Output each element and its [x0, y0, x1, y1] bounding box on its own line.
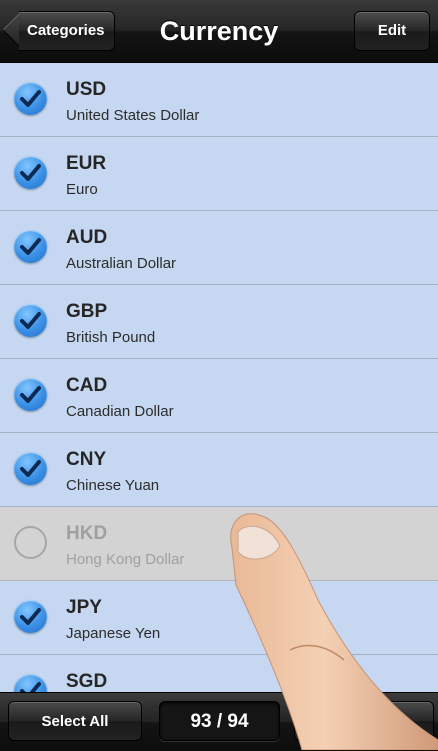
currency-name: Australian Dollar — [66, 255, 177, 272]
currency-code: USD — [66, 79, 107, 100]
checkmark-circle-icon[interactable] — [14, 230, 47, 263]
currency-name: Japanese Yen — [66, 625, 161, 642]
checkmark-circle-icon[interactable] — [14, 304, 47, 337]
currency-name: Canadian Dollar — [66, 403, 174, 420]
currency-name: British Pound — [66, 329, 156, 346]
currency-name: Chinese Yuan — [66, 477, 160, 494]
currency-code: JPY — [66, 597, 102, 618]
currency-row[interactable]: EUR Euro — [0, 137, 438, 211]
currency-row[interactable]: CNY Chinese Yuan — [0, 433, 438, 507]
currency-row[interactable]: SGD — [0, 655, 438, 693]
currency-code: GBP — [66, 301, 108, 322]
currency-row[interactable]: AUD Australian Dollar — [0, 211, 438, 285]
currency-row[interactable]: GBP British Pound — [0, 285, 438, 359]
selection-counter: 93 / 94 — [159, 701, 280, 741]
bottom-toolbar: Select All 93 / 94 Se — [0, 692, 438, 751]
currency-row[interactable]: JPY Japanese Yen — [0, 581, 438, 655]
currency-code: CNY — [66, 449, 107, 470]
edit-button[interactable]: Edit — [354, 11, 430, 51]
categories-back-button[interactable]: Categories — [2, 10, 115, 51]
checkmark-circle-icon[interactable] — [14, 156, 47, 189]
empty-circle-icon[interactable] — [14, 526, 47, 559]
currency-code: EUR — [66, 153, 107, 174]
currency-code: CAD — [66, 375, 108, 396]
checkmark-circle-icon[interactable] — [14, 600, 47, 633]
currency-row[interactable]: USD United States Dollar — [0, 63, 438, 137]
checkmark-circle-icon[interactable] — [14, 452, 47, 485]
currency-code: SGD — [66, 671, 108, 692]
currency-list: USD United States Dollar EUR Euro AUD Au… — [0, 63, 438, 693]
navigation-bar: Currency Categories Edit — [0, 0, 438, 63]
currency-code: AUD — [66, 227, 108, 248]
select-all-button[interactable]: Select All — [8, 701, 142, 741]
currency-name: Euro — [66, 181, 98, 198]
currency-row[interactable]: HKD Hong Kong Dollar — [0, 507, 438, 581]
currency-name: Hong Kong Dollar — [66, 551, 185, 568]
checkmark-circle-icon[interactable] — [14, 378, 47, 411]
categories-back-label: Categories — [19, 11, 115, 51]
currency-name: United States Dollar — [66, 107, 200, 124]
right-toolbar-button[interactable]: Se — [294, 701, 434, 741]
currency-row[interactable]: CAD Canadian Dollar — [0, 359, 438, 433]
checkmark-circle-icon[interactable] — [14, 674, 47, 693]
currency-code: HKD — [66, 523, 108, 544]
checkmark-circle-icon[interactable] — [14, 82, 47, 115]
